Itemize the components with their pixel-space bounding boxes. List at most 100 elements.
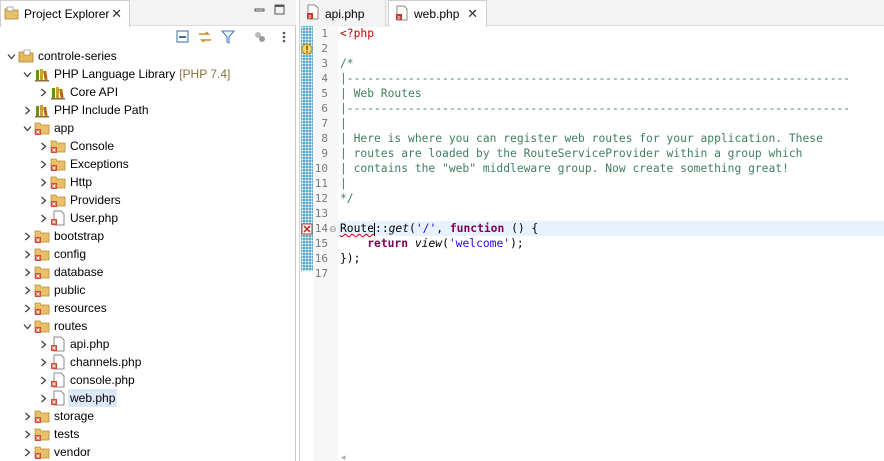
chevron-right-icon[interactable] xyxy=(38,83,48,101)
tree-item-exceptions[interactable]: Exceptions xyxy=(0,155,296,173)
editor-panel: p api.php p web.php ✕ 1 2 3 4 5 6 7 8 9 10 11 12 13 1… xyxy=(299,0,884,461)
tree-item-resources[interactable]: resources xyxy=(0,299,296,317)
chevron-right-icon[interactable] xyxy=(38,371,48,389)
collapse-all-icon[interactable] xyxy=(175,29,191,45)
chevron-right-icon[interactable] xyxy=(38,209,48,227)
line-number: 17 xyxy=(314,267,328,280)
chevron-right-icon[interactable] xyxy=(22,227,32,245)
folder-icon xyxy=(34,264,50,280)
minimize-icon[interactable] xyxy=(254,4,266,19)
line-number: 1 xyxy=(321,27,328,40)
tree-item-api-php[interactable]: api.php xyxy=(0,335,296,353)
code-line: |---------------------------------------… xyxy=(340,102,851,115)
code-line: }); xyxy=(340,252,361,265)
chevron-right-icon[interactable] xyxy=(22,299,32,317)
line-number: 8 xyxy=(321,132,328,145)
error-token: Route xyxy=(340,222,375,235)
chevron-down-icon[interactable] xyxy=(22,65,32,83)
chevron-right-icon[interactable] xyxy=(38,389,48,407)
tree-item-label: resources xyxy=(54,301,107,315)
folder-icon xyxy=(50,174,66,190)
code-line: | xyxy=(340,117,347,130)
chevron-down-icon[interactable] xyxy=(6,47,16,65)
line-number-gutter: 1 2 3 4 5 6 7 8 9 10 11 12 13 14 15 16 17 xyxy=(314,26,338,461)
code-line: | Web Routes xyxy=(340,87,422,100)
view-menu-icon[interactable] xyxy=(252,29,268,45)
php-file-icon: p xyxy=(395,5,409,24)
tab-label: api.php xyxy=(325,6,365,21)
folder-icon xyxy=(50,156,66,172)
tree-item-app[interactable]: app xyxy=(0,119,296,137)
line-number: 4 xyxy=(321,72,328,85)
tree-item-console[interactable]: Console xyxy=(0,137,296,155)
chevron-right-icon[interactable] xyxy=(38,335,48,353)
line-number: 5 xyxy=(321,87,328,100)
php-file-icon xyxy=(50,372,66,388)
svg-text:p: p xyxy=(397,15,400,21)
chevron-right-icon[interactable] xyxy=(22,101,32,119)
fold-collapse-icon[interactable]: ⊖ xyxy=(329,224,337,235)
tree-item-core-api[interactable]: Core API xyxy=(0,83,296,101)
tree-item-php-include-path[interactable]: PHP Include Path xyxy=(0,101,296,119)
more-options-icon[interactable] xyxy=(276,29,292,45)
chevron-right-icon[interactable] xyxy=(38,173,48,191)
tree-item-label: storage xyxy=(54,409,95,423)
tree-item-web-php[interactable]: web.php xyxy=(0,389,296,407)
folder-icon xyxy=(34,120,50,136)
tree-item-label: User.php xyxy=(70,211,119,225)
folder-icon xyxy=(34,228,50,244)
tab-project-explorer[interactable]: Project Explorer ✕ xyxy=(0,0,130,27)
tree-item-label: config xyxy=(54,247,87,261)
project-explorer-tabbar: Project Explorer ✕ xyxy=(0,0,296,27)
scroll-left-icon[interactable]: ◂ xyxy=(341,452,346,461)
tab-web-php[interactable]: p web.php ✕ xyxy=(388,0,487,27)
php-file-icon xyxy=(50,336,66,352)
filter-icon[interactable] xyxy=(220,29,236,45)
tree-item-user-php[interactable]: User.php xyxy=(0,209,296,227)
tree-item-label: Providers xyxy=(70,193,121,207)
folder-icon xyxy=(34,408,50,424)
tree-item-config[interactable]: config xyxy=(0,245,296,263)
tab-api-php[interactable]: p api.php xyxy=(300,0,386,27)
code-line: */ xyxy=(340,192,354,205)
tree-item-routes[interactable]: routes xyxy=(0,317,296,335)
tree-item-storage[interactable]: storage xyxy=(0,407,296,425)
tree-item-label: app xyxy=(54,121,75,135)
tree-item-tests[interactable]: tests xyxy=(0,425,296,443)
tree-item-providers[interactable]: Providers xyxy=(0,191,296,209)
close-icon[interactable]: ✕ xyxy=(111,6,122,22)
tree-item-public[interactable]: public xyxy=(0,281,296,299)
chevron-down-icon[interactable] xyxy=(22,317,32,335)
chevron-right-icon[interactable] xyxy=(22,263,32,281)
code-area[interactable]: <?php /* |------------------------------… xyxy=(338,26,884,461)
link-with-editor-icon[interactable] xyxy=(197,29,213,45)
tree-item-label: Console xyxy=(70,139,115,153)
chevron-right-icon[interactable] xyxy=(38,155,48,173)
svg-text:p: p xyxy=(308,14,311,20)
chevron-right-icon[interactable] xyxy=(22,425,32,443)
maximize-icon[interactable] xyxy=(274,4,286,19)
tree-item-console-php[interactable]: console.php xyxy=(0,371,296,389)
chevron-right-icon[interactable] xyxy=(38,353,48,371)
chevron-right-icon[interactable] xyxy=(22,281,32,299)
php-project-icon xyxy=(18,48,34,64)
tree-item-database[interactable]: database xyxy=(0,263,296,281)
chevron-right-icon[interactable] xyxy=(38,191,48,209)
tree-item-bootstrap[interactable]: bootstrap xyxy=(0,227,296,245)
code-line: <?php xyxy=(340,27,375,40)
tree-item-controle-series[interactable]: controle-series xyxy=(0,47,296,65)
line-number: 15 xyxy=(314,237,328,250)
tree-item-label: Http xyxy=(70,175,93,189)
chevron-right-icon[interactable] xyxy=(22,407,32,425)
chevron-right-icon[interactable] xyxy=(22,443,32,461)
tree-item-vendor[interactable]: vendor xyxy=(0,443,296,461)
tree-item-php-language-library[interactable]: PHP Language Library [PHP 7.4] xyxy=(0,65,296,83)
library-version-label: [PHP 7.4] xyxy=(179,67,231,81)
close-icon[interactable]: ✕ xyxy=(467,6,478,22)
chevron-right-icon[interactable] xyxy=(38,137,48,155)
tree-item-http[interactable]: Http xyxy=(0,173,296,191)
chevron-down-icon[interactable] xyxy=(22,119,32,137)
chevron-right-icon[interactable] xyxy=(22,245,32,263)
tree-item-channels-php[interactable]: channels.php xyxy=(0,353,296,371)
